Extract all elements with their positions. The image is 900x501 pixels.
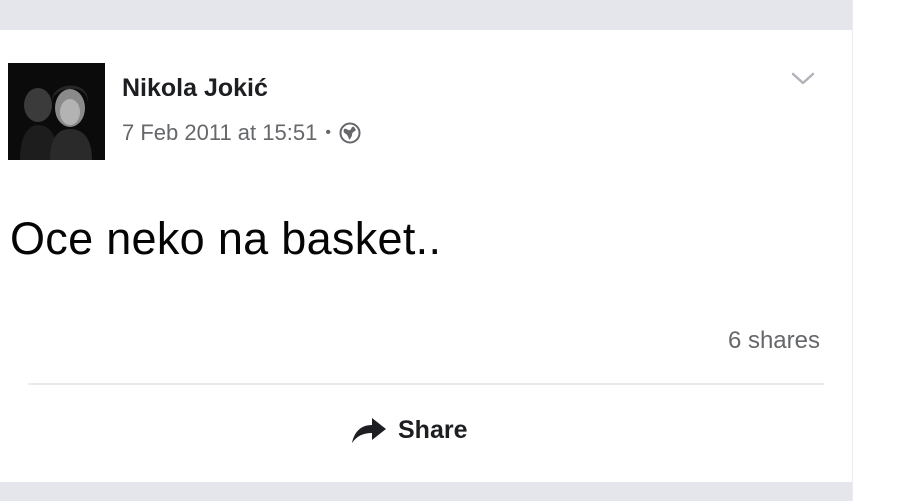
feed-background-bottom [0,482,852,501]
post-card: Nikola Jokić 7 Feb 2011 at 15:51 • Oce n… [0,30,852,482]
share-button[interactable]: Share [350,415,467,445]
author-name[interactable]: Nikola Jokić [122,74,268,103]
avatar-photo [8,63,105,160]
meta-separator: • [325,124,331,141]
shares-count[interactable]: 6 shares [728,327,820,355]
post-meta: 7 Feb 2011 at 15:51 • [122,120,361,146]
feed-background-top [0,0,852,30]
share-label: Share [398,415,468,444]
right-gutter [852,0,900,501]
globe-icon[interactable] [339,122,361,144]
chevron-down-icon[interactable] [790,68,816,88]
action-divider [28,383,824,385]
share-arrow-icon [352,418,386,443]
screenshot-frame: Nikola Jokić 7 Feb 2011 at 15:51 • Oce n… [0,0,900,501]
post-timestamp[interactable]: 7 Feb 2011 at 15:51 [122,120,317,146]
post-text: Oce neko na basket.. [10,213,442,264]
author-avatar[interactable] [8,63,105,160]
